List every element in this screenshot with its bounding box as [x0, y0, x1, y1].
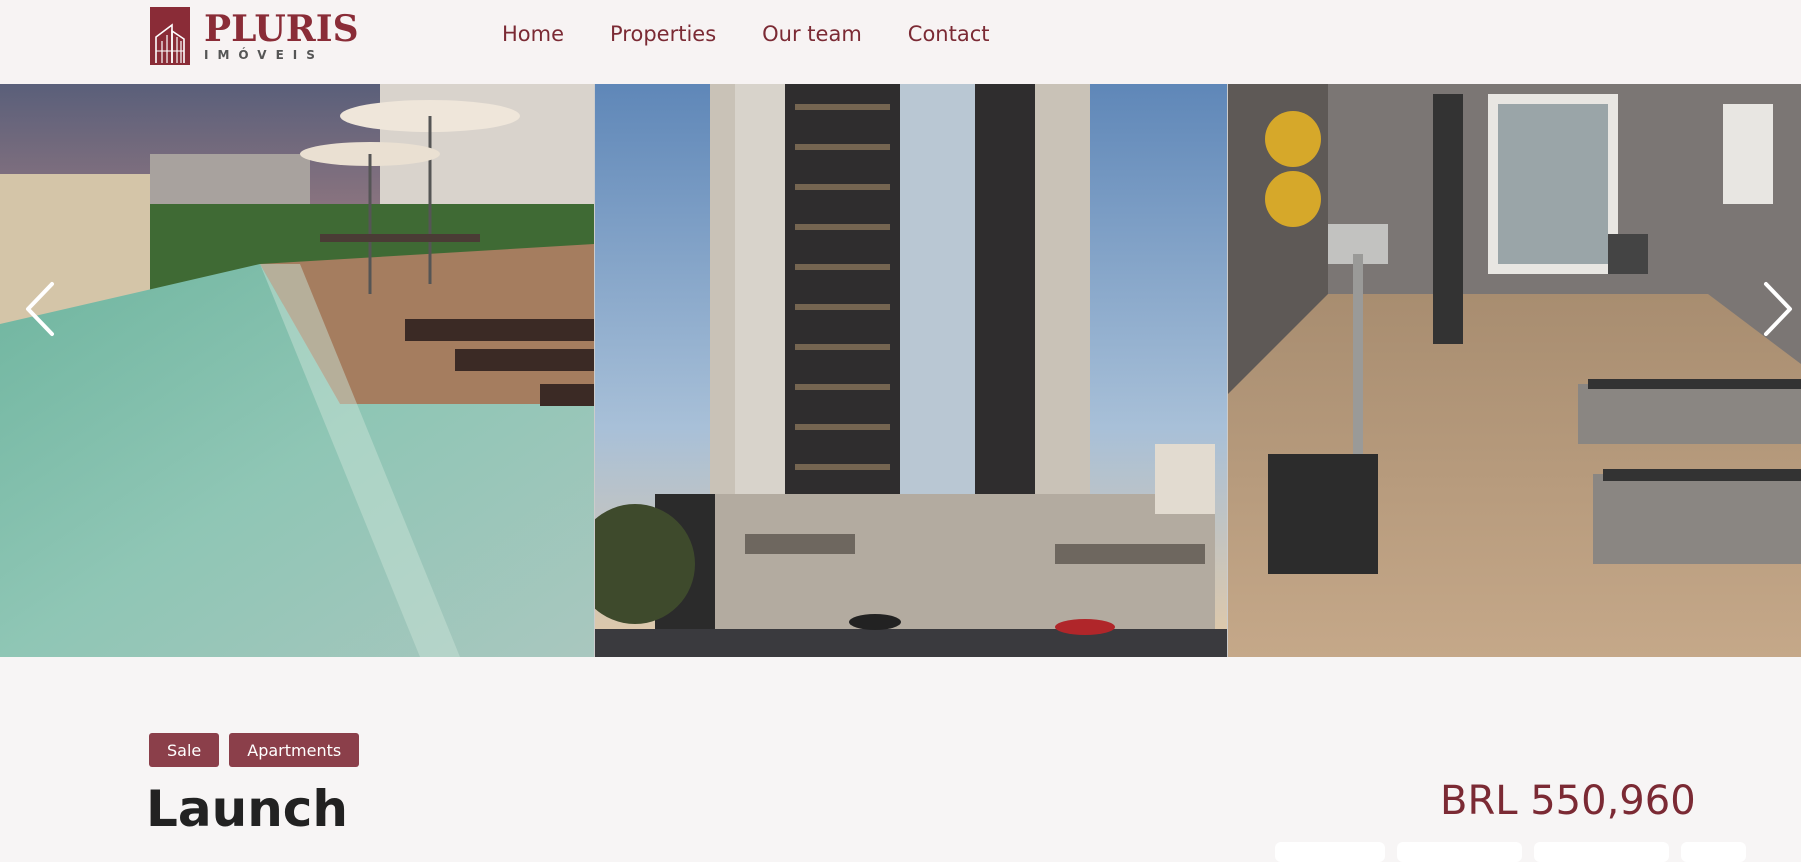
chevron-left-icon[interactable] [20, 274, 60, 344]
chevron-right-icon[interactable] [1758, 274, 1798, 344]
nav-our-team[interactable]: Our team [762, 22, 862, 46]
gallery-image-pool[interactable] [0, 84, 594, 657]
listing-tags: Sale Apartments [149, 733, 360, 767]
main-nav: Home Properties Our team Contact [502, 22, 990, 46]
feature-pill [1275, 842, 1385, 862]
feature-pills [1275, 842, 1746, 862]
nav-contact[interactable]: Contact [908, 22, 990, 46]
brand-logo[interactable]: PLURIS IMÓVEIS [150, 6, 359, 66]
feature-pill [1681, 842, 1746, 862]
building-logo-icon [150, 7, 190, 65]
gallery-image-tower[interactable] [595, 84, 1227, 657]
tag-sale[interactable]: Sale [149, 733, 220, 767]
feature-pill [1534, 842, 1669, 862]
brand-name: PLURIS [204, 8, 359, 50]
nav-home[interactable]: Home [502, 22, 564, 46]
feature-pill [1397, 842, 1522, 862]
tag-apartments[interactable]: Apartments [229, 733, 360, 767]
brand-subtitle: IMÓVEIS [204, 48, 324, 62]
listing-price: BRL 550,960 [1440, 778, 1696, 824]
nav-properties[interactable]: Properties [610, 22, 716, 46]
gallery-image-gym[interactable] [1228, 84, 1801, 657]
listing-title: Launch [146, 780, 349, 838]
photo-gallery [0, 84, 1801, 657]
site-header: PLURIS IMÓVEIS Home Properties Our team … [0, 0, 1801, 84]
